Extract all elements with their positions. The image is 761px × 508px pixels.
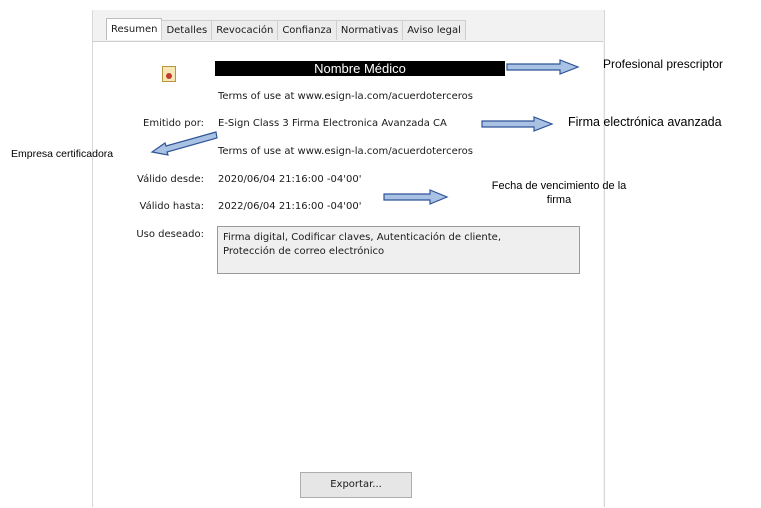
annotation-expiry: Fecha de vencimiento de la firma bbox=[469, 179, 649, 207]
arrow-to-expiry bbox=[383, 189, 449, 205]
arrow-to-certifier bbox=[150, 131, 218, 156]
annotation-expiry-line-1: Fecha de vencimiento de la bbox=[491, 180, 627, 192]
annotation-prescriber: Profesional prescriptor bbox=[603, 57, 724, 71]
annotation-arrows bbox=[150, 59, 580, 205]
annotation-expiry-line-2: firma bbox=[546, 194, 572, 206]
arrow-to-prescriber bbox=[506, 59, 580, 75]
annotation-certifier: Empresa certificadora bbox=[11, 148, 114, 160]
annotation-advanced-signature: Firma electrónica avanzada bbox=[568, 115, 722, 129]
arrow-to-signature bbox=[481, 116, 554, 132]
